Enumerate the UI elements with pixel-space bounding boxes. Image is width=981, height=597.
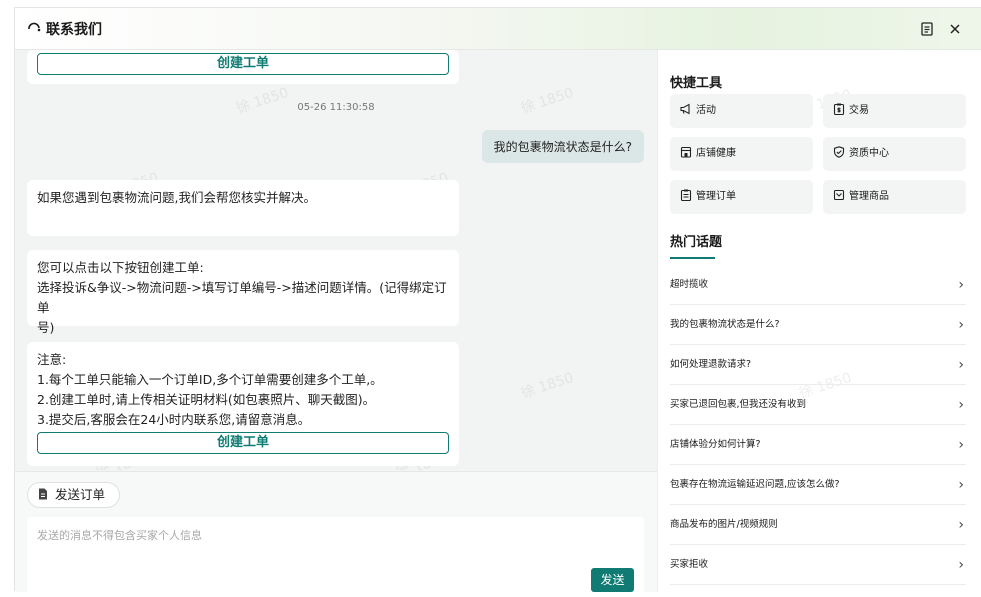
- topic-label: 买家拒收: [670, 559, 709, 570]
- notes-icon[interactable]: [918, 20, 936, 38]
- tool-transaction[interactable]: 交易: [823, 94, 966, 128]
- chat-history[interactable]: 徐 1850 徐 1850 徐 1850 徐 1850 徐 1850 徐 185…: [15, 50, 657, 470]
- tool-label: 交易: [849, 105, 869, 116]
- window-title: 联系我们: [46, 22, 102, 38]
- bot-message-line: 1.每个工单只能输入一个订单ID,多个订单需要创建多个工单,。: [37, 372, 383, 387]
- tool-manage-products[interactable]: 管理商品: [823, 180, 966, 214]
- topic-label: 店铺体验分如何计算?: [670, 439, 761, 450]
- close-icon[interactable]: [946, 20, 964, 38]
- bot-message-line: 选择投诉&争议->物流问题->填写订单编号->描述问题详情。(记得绑定订单: [37, 280, 447, 315]
- hot-topics-underline: [670, 257, 715, 259]
- right-panel: 徐 1850 徐 1850 快捷工具 活动 交易 店铺健康: [657, 50, 981, 592]
- shield-check-icon: [833, 146, 845, 158]
- chevron-right-icon: ›: [958, 557, 964, 573]
- watermark: 徐 1850: [519, 369, 576, 402]
- topic-item[interactable]: 买家拒收 ›: [670, 545, 966, 585]
- topic-label: 我的包裹物流状态是什么?: [670, 319, 780, 330]
- user-message-bubble: 我的包裹物流状态是什么?: [481, 130, 644, 163]
- title-bar: 联系我们: [15, 8, 981, 50]
- topic-item[interactable]: 我的包裹物流状态是什么? ›: [670, 305, 966, 345]
- box-icon: [833, 189, 845, 201]
- clipboard-dollar-icon: [833, 103, 845, 116]
- tool-activity[interactable]: 活动: [670, 94, 813, 128]
- create-ticket-button[interactable]: 创建工单: [37, 53, 449, 75]
- topic-item[interactable]: 买家已退回包裹,但我还没有收到 ›: [670, 385, 966, 425]
- chevron-right-icon: ›: [958, 397, 964, 413]
- bot-message: 您可以点击以下按钮创建工单: 选择投诉&争议->物流问题->填写订单编号->描述…: [27, 250, 459, 335]
- topic-item[interactable]: 超时揽收 ›: [670, 265, 966, 305]
- bot-message: 如果您遇到包裹物流问题,我们会帮您核实并解决。: [27, 180, 459, 236]
- chevron-right-icon: ›: [958, 517, 964, 533]
- tool-label: 管理商品: [849, 191, 889, 202]
- message-composer: 发送订单 发送: [15, 471, 657, 593]
- clipboard-list-icon: [680, 189, 692, 202]
- bot-message-line: 注意:: [37, 352, 67, 367]
- store-icon: [680, 146, 692, 158]
- tool-store-health[interactable]: 店铺健康: [670, 137, 813, 171]
- tool-manage-orders[interactable]: 管理订单: [670, 180, 813, 214]
- message-card-top: 创建工单: [27, 50, 459, 84]
- topic-label: 超时揽收: [670, 279, 709, 290]
- tool-label: 活动: [696, 105, 716, 116]
- topic-item[interactable]: 商品发布的图片/视频规则 ›: [670, 505, 966, 545]
- topic-label: 包裹存在物流运输延迟问题,应该怎么做?: [670, 479, 840, 490]
- tool-qualification-center[interactable]: 资质中心: [823, 137, 966, 171]
- chevron-right-icon: ›: [958, 277, 964, 293]
- chevron-right-icon: ›: [958, 477, 964, 493]
- document-icon: [39, 488, 47, 500]
- contact-us-window: 联系我们 徐 1850 徐 1850 徐 1850 徐 1850 徐 1850 …: [14, 7, 981, 593]
- message-input-area: [27, 517, 644, 593]
- topic-item[interactable]: 店铺体验分如何计算? ›: [670, 425, 966, 465]
- bot-message-line: 您可以点击以下按钮创建工单:: [37, 260, 204, 275]
- topic-label: 如何处理退款请求?: [670, 359, 752, 370]
- tool-label: 店铺健康: [696, 148, 736, 159]
- send-order-button[interactable]: 发送订单: [27, 482, 120, 508]
- bot-message-line: 2.创建工单时,请上传相关证明材料(如包裹照片、聊天截图)。: [37, 392, 376, 407]
- topic-item[interactable]: 如何处理退款请求? ›: [670, 345, 966, 385]
- megaphone-icon: [680, 103, 690, 115]
- chevron-right-icon: ›: [958, 357, 964, 373]
- bot-message-line: 3.提交后,客服会在24小时内联系您,请留意消息。: [37, 412, 311, 427]
- chevron-right-icon: ›: [958, 437, 964, 453]
- bot-message: 注意: 1.每个工单只能输入一个订单ID,多个订单需要创建多个工单,。 2.创建…: [27, 342, 459, 466]
- tool-label: 管理订单: [696, 191, 736, 202]
- quick-tools-title: 快捷工具: [670, 76, 723, 91]
- tool-label: 资质中心: [849, 148, 889, 159]
- hot-topics-title[interactable]: 热门话题: [670, 231, 722, 250]
- create-ticket-button[interactable]: 创建工单: [37, 432, 449, 454]
- headset-icon: [28, 22, 41, 32]
- bot-message-line: 号): [37, 320, 55, 335]
- chevron-right-icon: ›: [958, 317, 964, 333]
- send-order-label: 发送订单: [55, 487, 106, 502]
- bot-message-text: 如果您遇到包裹物流问题,我们会帮您核实并解决。: [37, 190, 316, 205]
- message-input[interactable]: [27, 517, 644, 593]
- topic-item[interactable]: 包裹存在物流运输延迟问题,应该怎么做? ›: [670, 465, 966, 505]
- send-button[interactable]: 发送: [591, 568, 634, 592]
- message-timestamp: 05-26 11:30:58: [297, 102, 375, 113]
- topic-label: 商品发布的图片/视频规则: [670, 519, 778, 530]
- topic-label: 买家已退回包裹,但我还没有收到: [670, 399, 807, 410]
